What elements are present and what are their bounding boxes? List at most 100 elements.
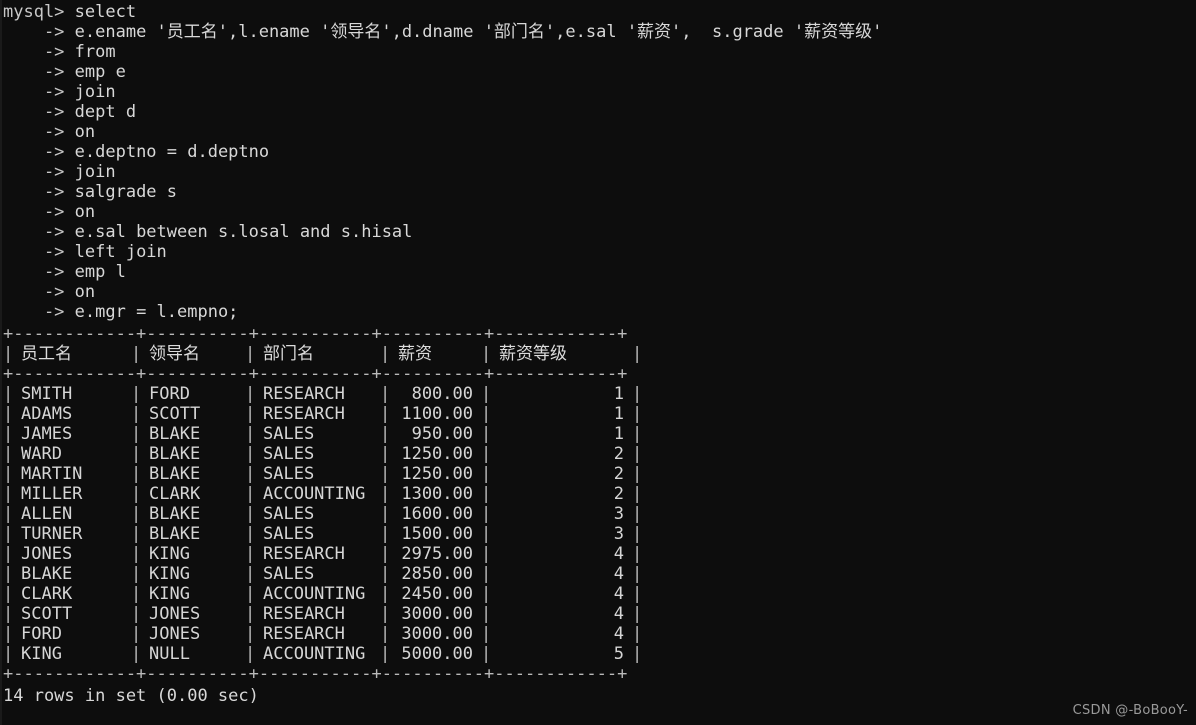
column-header-leader: 领导名 xyxy=(149,344,200,364)
sql-continuation-line: -> e.ename '员工名',l.ename '领导名',d.dname '… xyxy=(0,22,1196,42)
border-pipe: | xyxy=(131,444,142,464)
sql-continuation-line: -> dept d xyxy=(0,102,1196,122)
sql-continuation-line: -> emp l xyxy=(0,262,1196,282)
border-pipe: | xyxy=(380,404,391,424)
sql-text: on xyxy=(74,122,96,142)
cell-leader: BLAKE xyxy=(149,424,201,444)
cell-grade: 5 xyxy=(613,644,624,664)
cell-department: SALES xyxy=(263,564,315,584)
cell-grade: 4 xyxy=(613,544,624,564)
border-pipe: | xyxy=(131,624,142,644)
border-pipe: | xyxy=(481,484,492,504)
border-pipe: | xyxy=(131,384,142,404)
cell-department: SALES xyxy=(263,524,315,544)
border-pipe: | xyxy=(131,544,142,564)
cell-leader: KING xyxy=(149,584,190,604)
cell-grade: 3 xyxy=(613,524,624,544)
cell-grade: 3 xyxy=(613,504,624,524)
table-row: | JAMES | BLAKE | SALES | 950.00 | 1 | xyxy=(3,424,1196,444)
border-pipe: | xyxy=(380,524,391,544)
border-pipe: | xyxy=(632,484,643,504)
table-row: | MILLER | CLARK | ACCOUNTING | 1300.00 | 2 | xyxy=(3,484,1196,504)
cell-grade: 2 xyxy=(613,484,624,504)
border-pipe: | xyxy=(245,584,256,604)
border-pipe: | xyxy=(632,564,643,584)
continuation-prompt: -> xyxy=(3,82,75,102)
border-pipe: | xyxy=(3,564,14,584)
border-pipe: | xyxy=(380,624,391,644)
border-pipe: | xyxy=(380,544,391,564)
sql-keyword-select: select xyxy=(64,2,137,22)
border-pipe: | xyxy=(3,644,14,664)
cell-employee: CLARK xyxy=(21,584,73,604)
sql-text: on xyxy=(74,282,96,302)
border-pipe: | xyxy=(131,484,142,504)
border-pipe: | xyxy=(245,404,256,424)
border-pipe: | xyxy=(245,484,256,504)
cell-employee: ADAMS xyxy=(21,404,73,424)
border-pipe: | xyxy=(131,644,142,664)
border-pipe: | xyxy=(632,384,643,404)
cell-department: RESEARCH xyxy=(263,544,345,564)
cell-salary: 1100.00 xyxy=(401,404,473,424)
sql-continuation-line: -> e.mgr = l.empno; xyxy=(0,302,1196,322)
column-header-employee: 员工名 xyxy=(21,344,72,364)
border-pipe: | xyxy=(3,484,14,504)
sql-text: left join xyxy=(74,242,167,262)
border-pipe: | xyxy=(481,584,492,604)
table-row: | JONES | KING | RESEARCH | 2975.00 | 4 | xyxy=(3,544,1196,564)
border-pipe: | xyxy=(632,524,643,544)
cell-employee: JAMES xyxy=(21,424,73,444)
border-pipe: | xyxy=(3,384,14,404)
sql-continuation-line: -> from xyxy=(0,42,1196,62)
continuation-prompt: -> xyxy=(3,182,75,202)
border-pipe: | xyxy=(481,344,492,364)
cell-leader: SCOTT xyxy=(149,404,201,424)
continuation-prompt: -> xyxy=(3,222,75,242)
border-pipe: | xyxy=(632,624,643,644)
cell-department: RESEARCH xyxy=(263,384,345,404)
cell-grade: 1 xyxy=(613,384,624,404)
border-pipe: | xyxy=(481,644,492,664)
border-pipe: | xyxy=(632,444,643,464)
table-top-rule: +------------+----------+-----------+---… xyxy=(3,324,628,344)
border-pipe: | xyxy=(380,504,391,524)
continuation-prompt: -> xyxy=(3,142,75,162)
sql-text: e.deptno = d.deptno xyxy=(74,142,270,162)
border-pipe: | xyxy=(380,604,391,624)
border-pipe: | xyxy=(481,524,492,544)
border-pipe: | xyxy=(632,504,643,524)
cell-grade: 2 xyxy=(613,444,624,464)
sql-continuation-line: -> salgrade s xyxy=(0,182,1196,202)
cell-department: SALES xyxy=(263,504,315,524)
sql-text: join xyxy=(74,162,116,182)
cell-employee: FORD xyxy=(21,624,62,644)
cell-grade: 4 xyxy=(613,604,624,624)
border-pipe: | xyxy=(3,604,14,624)
cell-department: SALES xyxy=(263,464,315,484)
column-header-salary: 薪资 xyxy=(398,344,432,364)
border-pipe: | xyxy=(3,424,14,444)
border-pipe: | xyxy=(632,464,643,484)
cell-salary: 5000.00 xyxy=(401,644,473,664)
cell-employee: MARTIN xyxy=(21,464,83,484)
sql-text: dept d xyxy=(74,102,137,122)
continuation-prompt: -> xyxy=(3,162,75,182)
sql-continuation-line: -> e.deptno = d.deptno xyxy=(0,142,1196,162)
cell-leader: KING xyxy=(149,564,190,584)
cell-leader: BLAKE xyxy=(149,444,201,464)
continuation-prompt: -> xyxy=(3,302,75,322)
border-pipe: | xyxy=(380,344,391,364)
sql-text: e.sal between s.losal and s.hisal xyxy=(74,222,413,242)
sql-continuation-line: -> join xyxy=(0,162,1196,182)
table-row: | BLAKE | KING | SALES | 2850.00 | 4 | xyxy=(3,564,1196,584)
terminal-window[interactable]: mysql> select -> e.ename '员工名',l.ename '… xyxy=(0,0,1196,725)
border-pipe: | xyxy=(3,464,14,484)
sql-text: e.mgr = l.empno; xyxy=(74,302,239,322)
sql-continuation-line: -> emp e xyxy=(0,62,1196,82)
sql-text: join xyxy=(74,82,116,102)
border-pipe: | xyxy=(3,344,14,364)
border-pipe: | xyxy=(481,404,492,424)
table-row: | WARD | BLAKE | SALES | 1250.00 | 2 | xyxy=(3,444,1196,464)
border-pipe: | xyxy=(481,444,492,464)
